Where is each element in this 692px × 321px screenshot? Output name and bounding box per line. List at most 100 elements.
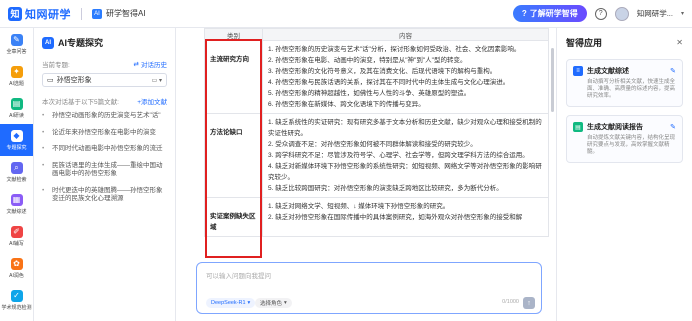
apps-panel-title: 智得应用: [566, 38, 603, 48]
folder-icon: ▭: [47, 77, 54, 84]
doc-title: 孙悟空动画形象的历史演变与艺术"话": [52, 112, 161, 119]
content-line: 2. 缺乏对孙悟空形象在国际传播中的具体案例研究，如海外观众对孙悟空形象的接受和…: [268, 214, 523, 221]
rail-item-0[interactable]: ✎ 全章问答: [0, 28, 33, 60]
rail-label: 文献综述: [6, 208, 27, 215]
rail-label: 文献检索: [6, 176, 27, 183]
content-cell: 1. 缺乏系统性的实证研究：现有研究多基于文本分析和历史文献，缺少对观众心理和接…: [262, 113, 549, 198]
content-line: 3. 跨学科研究不足：尽管涉及符号学、心理学、社会学等，但跨文理学科方法的综合运…: [268, 152, 529, 159]
rail-label: AI选题: [9, 80, 24, 87]
content-cell: 1. 孙悟空形象的历史演变与艺术"话"分析，探讨形象如何受政治、社会、文化因素影…: [262, 40, 549, 114]
char-count: 0/1000: [502, 299, 519, 305]
list-item[interactable]: • 不同时代动画电影中孙悟空形象的流迁: [42, 145, 167, 154]
chevron-down-icon: ▾: [284, 300, 287, 306]
app-card-review[interactable]: ≡ 生成文献综述 ✎ 自动撰写分析相关文献，快速生成全面、准确、高质量的综述内容…: [566, 59, 683, 107]
help-icon[interactable]: ?: [594, 7, 607, 20]
app-desc: 自动撰写分析相关文献，快速生成全面、准确、高质量的综述内容，提高研究效率。: [587, 79, 676, 99]
brush-icon: ✿: [10, 257, 23, 270]
rail-item-1[interactable]: ✦ AI选题: [0, 60, 33, 92]
topic-value: 孙悟空形象: [56, 77, 92, 84]
folder-open-icon: ▭ ▾: [151, 77, 162, 84]
rail-item-3[interactable]: ◆ 专题探究: [0, 124, 33, 156]
add-doc-button[interactable]: +添加文献: [137, 96, 167, 106]
list-icon: ≡: [573, 66, 583, 76]
list-item[interactable]: • 时代更迭中的英雄图腾——孙悟空形象变迁的民族文化心理溯源: [42, 187, 167, 204]
user-name[interactable]: 知网研学...: [637, 8, 673, 19]
avatar[interactable]: [614, 6, 629, 21]
content-cell: 1. 缺乏对网络文学、短视频、↓ 媒体环境下孙悟空形象的研究。 2. 缺乏对孙悟…: [262, 197, 549, 237]
rail-item-8[interactable]: ✓ 学术规范检测: [0, 284, 33, 316]
doc-title: 时代更迭中的英雄图腾——孙悟空形象变迁的民族文化心理溯源: [52, 186, 163, 203]
rail-item-7[interactable]: ✿ AI润色: [0, 252, 33, 284]
doc-title: 民族话语里的主体生成——重绘中国动画电影中的孙悟空形象: [52, 161, 163, 178]
chevron-down-icon[interactable]: ▾: [681, 10, 684, 17]
content-line: 2. 受众调查不足：对孙悟空形象如何被不同群体解读和接受的研究较少。: [268, 141, 477, 148]
doc-list: • 孙悟空动画形象的历史演变与艺术"话" • 论近年来孙悟空形象在电影中的演变 …: [42, 112, 167, 204]
chat-input-box[interactable]: 可以输入问题向我提问 DeepSeek-R1 ▾ 选择角色 ▾ 0/1000 ↑: [196, 262, 542, 314]
rail-item-2[interactable]: ▤ AI研读: [0, 92, 33, 124]
edit-icon[interactable]: ✎: [670, 123, 676, 131]
app-desc: 自动提炼文献关键内容，结构化呈现研究要点与发现，高效掌握文献精髓。: [587, 135, 676, 155]
topic-panel: AI AI专题探究 当前专题: ⇄ 对话历史 ▭ 孙悟空形象 ▭ ▾ 本次对话基…: [34, 28, 176, 321]
brand-logo[interactable]: 知 知网研学: [8, 6, 71, 22]
content-line: 1. 缺乏系统性的实证研究：现有研究多基于文本分析和历史文献，缺少对观众心理和接…: [268, 119, 542, 137]
rail-item-5[interactable]: ▦ 文献综述: [0, 188, 33, 220]
panel-title-text: AI专题探究: [58, 38, 104, 48]
model-select[interactable]: DeepSeek-R1 ▾: [206, 298, 256, 308]
chat-input[interactable]: 可以输入问题向我提问: [206, 270, 271, 280]
doc-icon: ▦: [10, 193, 23, 206]
content-line: 4. 缺乏对新媒体环境下孙悟空形象的系统性研究：如短视频、网络文学等对孙悟空形象…: [268, 163, 542, 181]
history-link[interactable]: ⇄ 对话历史: [134, 59, 167, 69]
book-icon: ▤: [10, 97, 23, 110]
close-icon[interactable]: ✕: [676, 38, 683, 47]
pen-icon: ✐: [10, 225, 23, 238]
doc-title: 不同时代动画电影中孙悟空形象的流迁: [52, 145, 163, 152]
rail-label: AI润色: [9, 272, 24, 279]
content-line: 4. 孙悟空形象与民族话语的关系，探讨其在不同时代中的主体生成与文化心理演进。: [268, 79, 510, 86]
app-card-report[interactable]: ▤ 生成文献阅读报告 ✎ 自动提炼文献关键内容，结构化呈现研究要点与发现，高效掌…: [566, 115, 683, 163]
doc-icon: •: [42, 145, 45, 152]
chat-icon: ✎: [10, 33, 23, 46]
logo-mark-icon: 知: [8, 6, 22, 21]
role-select[interactable]: 选择角色 ▾: [255, 298, 292, 308]
apps-panel: 智得应用 ✕ ≡ 生成文献综述 ✎ 自动撰写分析相关文献，快速生成全面、准确、高…: [556, 28, 692, 321]
col-content-header: 内容: [262, 28, 549, 41]
rail-item-6[interactable]: ✐ AI辅写: [0, 220, 33, 252]
doc-icon: •: [42, 161, 45, 169]
doc-icon: •: [42, 128, 45, 136]
rail-item-4[interactable]: ⌕ 文献检索: [0, 156, 33, 188]
send-button[interactable]: ↑: [523, 297, 535, 309]
swap-icon: ⇄: [133, 61, 139, 68]
highlight-box: [205, 39, 262, 258]
doc-icon: •: [42, 112, 45, 119]
flask-icon: ◆: [10, 129, 23, 142]
app-title: 生成文献阅读报告: [587, 124, 643, 131]
sub-brand[interactable]: AI 研学智得AI: [92, 8, 146, 19]
content-line: 5. 孙悟空形象的精神超越性，如佛性与人性的斗争、英雄原型的塑造。: [268, 90, 471, 97]
learn-more-button[interactable]: ? 了解研学智得: [512, 5, 587, 22]
doc-title: 论近年来孙悟空形象在电影中的演变: [52, 128, 156, 136]
list-item[interactable]: • 论近年来孙悟空形象在电影中的演变: [42, 129, 167, 138]
topic-select[interactable]: ▭ 孙悟空形象 ▭ ▾: [42, 73, 167, 87]
list-item[interactable]: • 孙悟空动画形象的历史演变与艺术"话": [42, 112, 167, 121]
content-line: 6. 孙悟空形象在新媒体、跨文化语境下的传播与变异。: [268, 101, 425, 108]
model-label: DeepSeek-R1: [211, 300, 246, 306]
panel-title: AI AI专题探究: [42, 36, 167, 49]
list-item[interactable]: • 民族话语里的主体生成——重绘中国动画电影中的孙悟空形象: [42, 162, 167, 179]
scrollbar[interactable]: [551, 48, 554, 112]
left-nav-rail: ✎ 全章问答 ✦ AI选题 ▤ AI研读 ◆ 专题探究 ⌕ 文献检索 ▦ 文献综…: [0, 28, 34, 321]
rail-label: AI辅写: [9, 240, 24, 247]
edit-icon[interactable]: ✎: [670, 67, 676, 75]
lightbulb-icon: ✦: [10, 65, 23, 78]
chevron-down-icon: ▾: [247, 300, 251, 306]
app-title: 生成文献综述: [587, 68, 629, 75]
ai-icon: AI: [92, 8, 102, 19]
content-line: 5. 缺乏比较跨国研究：对孙悟空形象的演变缺乏跨地区比较研究，多为断代分析。: [268, 185, 503, 192]
content-line: 1. 缺乏对网络文学、短视频、↓ 媒体环境下孙悟空形象的研究。: [268, 203, 450, 210]
rail-label: 全章问答: [6, 48, 27, 55]
sub-brand-label: 研学智得AI: [106, 9, 146, 18]
ai-topic-icon: AI: [42, 36, 54, 49]
check-icon: ✓: [10, 289, 23, 302]
top-header: 知 知网研学 AI 研学智得AI ? 了解研学智得 ? 知网研学... ▾: [0, 0, 692, 28]
learn-more-label: 了解研学智得: [529, 9, 578, 18]
docs-basis-label: 本次对话基于以下5篇文献:: [42, 99, 119, 106]
